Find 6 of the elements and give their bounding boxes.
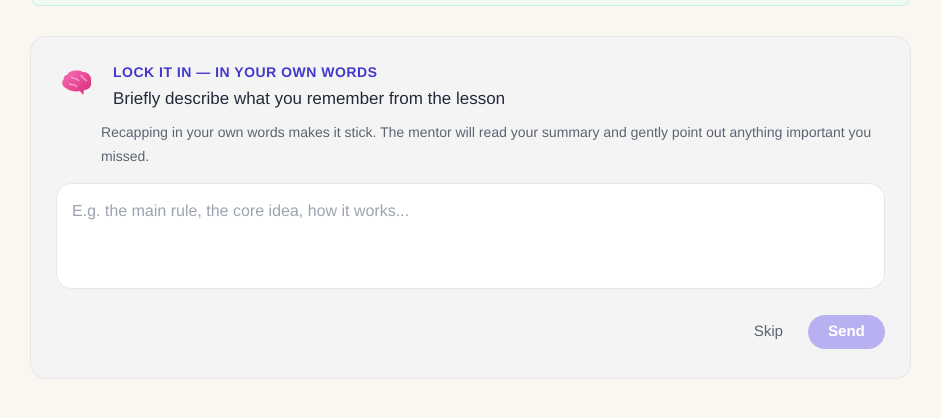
prompt-heading: Briefly describe what you remember from the lesson (113, 88, 506, 110)
description-text: Recapping in your own words makes it stick. The mentor will read your summary and gently point out anything important you missed. (101, 123, 872, 166)
answer-box[interactable]: E.g. the main rule, the core idea, how it works... (56, 183, 885, 289)
eyebrow-label: LOCK IT IN — IN YOUR OWN WORDS (113, 63, 378, 81)
skip-button[interactable]: Skip (754, 320, 783, 344)
brain-icon (61, 69, 93, 97)
